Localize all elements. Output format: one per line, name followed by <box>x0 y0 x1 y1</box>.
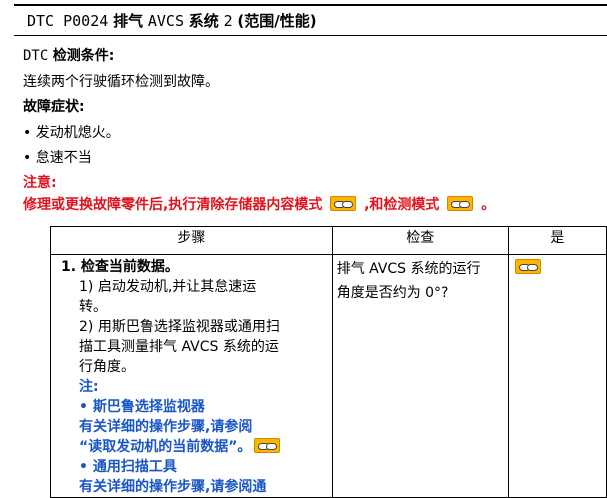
step-line: 2) 用斯巴鲁选择监视器或通用扫 <box>79 319 280 335</box>
check-cell: 排气 AVCS 系统的运行 角度是否约为 0°? <box>331 254 509 498</box>
title-system: AVCS <box>147 12 184 30</box>
page-title: DTC P0024 排气 AVCS 系统 2 (范围/性能) <box>14 4 607 36</box>
caution-label: 注意: <box>23 175 57 191</box>
title-name: 排气 <box>113 12 144 30</box>
table-row: 1. 检查当前数据。 1) 启动发动机,并让其怠速运 转。 2) 用斯巴鲁选择监… <box>50 254 607 498</box>
link-reference-icon[interactable] <box>514 259 541 274</box>
title-range: (范围/性能) <box>237 12 317 30</box>
link-reference-icon[interactable] <box>330 196 357 211</box>
symptoms-label: 故障症状: <box>23 99 85 115</box>
note-text: 有关详细的操作步骤,请参阅通 <box>79 479 267 495</box>
step-cell: 1. 检查当前数据。 1) 启动发动机,并让其怠速运 转。 2) 用斯巴鲁选择监… <box>50 254 333 498</box>
step-line: 行角度。 <box>79 359 135 375</box>
table-header-row: 步骤 检查 是 <box>50 226 607 255</box>
header-check: 检查 <box>331 226 509 255</box>
step-line: 转。 <box>79 299 107 315</box>
check-line: 角度是否约为 0°? <box>336 285 449 301</box>
title-num: 2 <box>223 12 233 30</box>
header-yes: 是 <box>507 226 607 255</box>
check-line: 排气 AVCS 系统的运行 <box>336 261 481 277</box>
note-item: • 通用扫描工具 <box>79 459 177 475</box>
dtc-code: DTC P0024 <box>27 12 109 30</box>
note-text: “读取发动机的当前数据”。 <box>61 437 328 457</box>
symptom-item: • 发动机熄火。 <box>23 125 120 141</box>
diagnostic-table: 步骤 检查 是 1. 检查当前数据。 1) 启动发动机,并让其怠速运 转。 2)… <box>50 226 607 498</box>
step-line: 1) 启动发动机,并让其怠速运 <box>79 279 257 295</box>
caution-text: 修理或更换故障零件后,执行清除存储器内容模式 ,和检测模式 。 <box>23 196 496 213</box>
link-reference-icon[interactable] <box>447 196 474 211</box>
condition-text: 连续两个行驶循环检测到故障。 <box>23 74 219 90</box>
condition-label: DTC 检测条件: <box>23 48 115 64</box>
note-text: 有关详细的操作步骤,请参阅 <box>79 419 253 435</box>
title-word: 系统 <box>188 12 219 30</box>
link-reference-icon[interactable] <box>254 438 281 453</box>
step-title: 1. 检查当前数据。 <box>61 259 179 275</box>
step-line: 描工具测量排气 AVCS 系统的运 <box>79 339 279 355</box>
symptom-item: • 怠速不当 <box>23 150 92 166</box>
note-label: 注: <box>79 379 99 395</box>
yes-cell <box>507 254 607 498</box>
note-item: • 斯巴鲁选择监视器 <box>79 399 205 415</box>
header-step: 步骤 <box>50 226 333 255</box>
